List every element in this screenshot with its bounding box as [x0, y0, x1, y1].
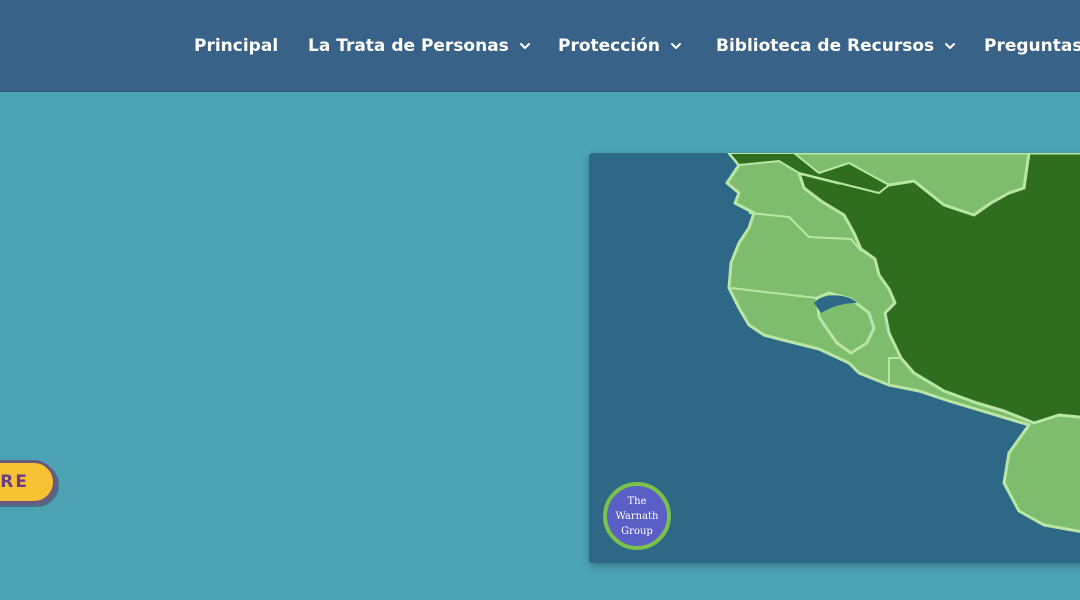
- logo-line-3: Group: [621, 525, 653, 537]
- chevron-down-icon: [519, 40, 531, 52]
- nav-item-label: Biblioteca de Recursos: [716, 36, 935, 56]
- main-nav: Principal La Trata de Personas Protecció…: [0, 0, 1080, 91]
- cta-button[interactable]: ORE: [0, 460, 56, 504]
- nav-item-label: Preguntas: [984, 36, 1080, 56]
- logo-line-1: The: [627, 495, 647, 507]
- nav-item-preguntas[interactable]: Preguntas: [984, 33, 1080, 59]
- chevron-down-icon: [670, 40, 682, 52]
- warnath-group-logo: The Warnath Group: [603, 482, 671, 550]
- nav-item-label: Protección: [558, 36, 660, 56]
- logo-line-2: Warnath: [615, 510, 659, 522]
- chevron-down-icon: [944, 40, 956, 52]
- nav-item-label: Principal: [194, 36, 279, 56]
- cta-button-label: ORE: [0, 472, 29, 492]
- nav-item-principal[interactable]: Principal: [194, 33, 278, 59]
- nav-item-biblioteca-de-recursos[interactable]: Biblioteca de Recursos: [716, 33, 956, 59]
- nav-item-label: La Trata de Personas: [308, 36, 509, 56]
- nav-item-proteccion[interactable]: Protección: [558, 33, 682, 59]
- top-navigation-bar: Principal La Trata de Personas Protecció…: [0, 0, 1080, 92]
- nav-item-la-trata-de-personas[interactable]: La Trata de Personas: [308, 33, 531, 59]
